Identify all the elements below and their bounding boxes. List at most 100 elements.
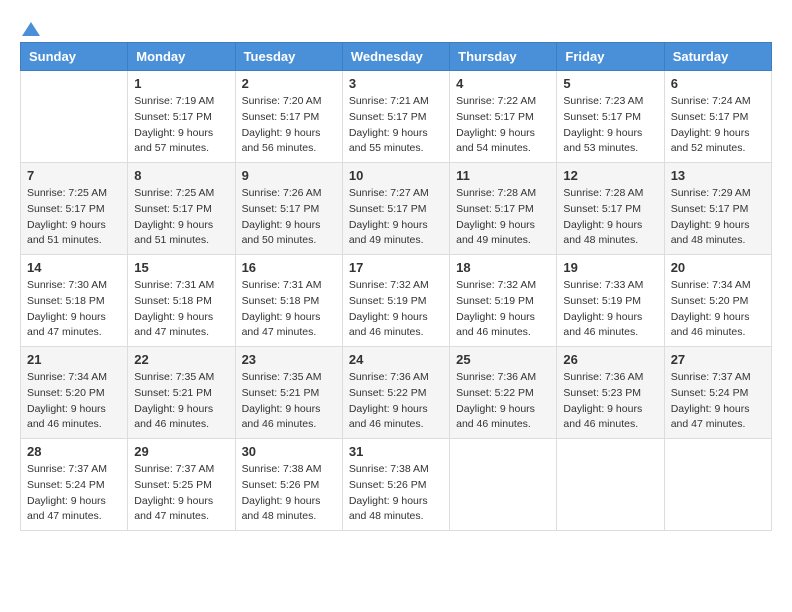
- day-number: 4: [456, 76, 550, 91]
- day-info: Sunrise: 7:28 AMSunset: 5:17 PMDaylight:…: [563, 186, 657, 249]
- calendar-cell: 13Sunrise: 7:29 AMSunset: 5:17 PMDayligh…: [664, 163, 771, 255]
- day-info: Sunrise: 7:30 AMSunset: 5:18 PMDaylight:…: [27, 278, 121, 341]
- day-info: Sunrise: 7:36 AMSunset: 5:22 PMDaylight:…: [349, 370, 443, 433]
- day-number: 10: [349, 168, 443, 183]
- calendar-cell: 6 Sunrise: 7:24 AMSunset: 5:17 PMDaylight…: [664, 71, 771, 163]
- calendar-cell: [664, 439, 771, 531]
- weekday-header-monday: Monday: [128, 43, 235, 71]
- day-info: Sunrise: 7:25 AMSunset: 5:17 PMDaylight:…: [27, 186, 121, 249]
- day-info: Sunrise: 7:23 AMSunset: 5:17 PMDaylight:…: [563, 94, 657, 157]
- calendar-week-4: 21 Sunrise: 7:34 AMSunset: 5:20 PMDayligh…: [21, 347, 772, 439]
- day-info: Sunrise: 7:22 AMSunset: 5:17 PMDaylight:…: [456, 94, 550, 157]
- day-number: 25: [456, 352, 550, 367]
- day-info: Sunrise: 7:34 AMSunset: 5:20 PMDaylight:…: [27, 370, 121, 433]
- day-number: 8: [134, 168, 228, 183]
- calendar-cell: 25 Sunrise: 7:36 AMSunset: 5:22 PMDayligh…: [450, 347, 557, 439]
- calendar-cell: 15 Sunrise: 7:31 AMSunset: 5:18 PMDayligh…: [128, 255, 235, 347]
- logo: [20, 20, 40, 32]
- calendar-cell: 12 Sunrise: 7:28 AMSunset: 5:17 PMDayligh…: [557, 163, 664, 255]
- day-info: Sunrise: 7:21 AMSunset: 5:17 PMDaylight:…: [349, 94, 443, 157]
- day-number: 1: [134, 76, 228, 91]
- day-info: Sunrise: 7:26 AMSunset: 5:17 PMDaylight:…: [242, 186, 336, 249]
- calendar-cell: 24 Sunrise: 7:36 AMSunset: 5:22 PMDayligh…: [342, 347, 449, 439]
- weekday-header-wednesday: Wednesday: [342, 43, 449, 71]
- calendar-cell: 9 Sunrise: 7:26 AMSunset: 5:17 PMDaylight…: [235, 163, 342, 255]
- calendar-cell: 4 Sunrise: 7:22 AMSunset: 5:17 PMDaylight…: [450, 71, 557, 163]
- weekday-header-thursday: Thursday: [450, 43, 557, 71]
- day-number: 31: [349, 444, 443, 459]
- day-info: Sunrise: 7:32 AMSunset: 5:19 PMDaylight:…: [456, 278, 550, 341]
- day-info: Sunrise: 7:37 AMSunset: 5:25 PMDaylight:…: [134, 462, 228, 525]
- day-number: 6: [671, 76, 765, 91]
- day-number: 14: [27, 260, 121, 275]
- calendar-cell: 19Sunrise: 7:33 AMSunset: 5:19 PMDayligh…: [557, 255, 664, 347]
- day-info: Sunrise: 7:36 AMSunset: 5:22 PMDaylight:…: [456, 370, 550, 433]
- calendar-week-5: 28 Sunrise: 7:37 AMSunset: 5:24 PMDayligh…: [21, 439, 772, 531]
- calendar-cell: 5 Sunrise: 7:23 AMSunset: 5:17 PMDaylight…: [557, 71, 664, 163]
- day-info: Sunrise: 7:24 AMSunset: 5:17 PMDaylight:…: [671, 94, 765, 157]
- day-number: 29: [134, 444, 228, 459]
- day-info: Sunrise: 7:28 AMSunset: 5:17 PMDaylight:…: [456, 186, 550, 249]
- day-number: 17: [349, 260, 443, 275]
- day-number: 3: [349, 76, 443, 91]
- day-info: Sunrise: 7:35 AMSunset: 5:21 PMDaylight:…: [242, 370, 336, 433]
- calendar-cell: [21, 71, 128, 163]
- calendar-cell: 18Sunrise: 7:32 AMSunset: 5:19 PMDayligh…: [450, 255, 557, 347]
- day-number: 13: [671, 168, 765, 183]
- calendar-cell: 29 Sunrise: 7:37 AMSunset: 5:25 PMDayligh…: [128, 439, 235, 531]
- day-info: Sunrise: 7:31 AMSunset: 5:18 PMDaylight:…: [242, 278, 336, 341]
- day-info: Sunrise: 7:34 AMSunset: 5:20 PMDaylight:…: [671, 278, 765, 341]
- day-number: 16: [242, 260, 336, 275]
- calendar-cell: 14 Sunrise: 7:30 AMSunset: 5:18 PMDayligh…: [21, 255, 128, 347]
- calendar-cell: 26 Sunrise: 7:36 AMSunset: 5:23 PMDayligh…: [557, 347, 664, 439]
- calendar-cell: 8 Sunrise: 7:25 AMSunset: 5:17 PMDaylight…: [128, 163, 235, 255]
- day-number: 27: [671, 352, 765, 367]
- calendar-cell: 2Sunrise: 7:20 AMSunset: 5:17 PMDaylight…: [235, 71, 342, 163]
- day-number: 11: [456, 168, 550, 183]
- day-info: Sunrise: 7:20 AMSunset: 5:17 PMDaylight:…: [242, 94, 336, 157]
- day-number: 15: [134, 260, 228, 275]
- weekday-header-tuesday: Tuesday: [235, 43, 342, 71]
- calendar-week-1: 1 Sunrise: 7:19 AMSunset: 5:17 PMDaylight…: [21, 71, 772, 163]
- day-number: 22: [134, 352, 228, 367]
- day-number: 9: [242, 168, 336, 183]
- day-info: Sunrise: 7:37 AMSunset: 5:24 PMDaylight:…: [27, 462, 121, 525]
- calendar-cell: 20 Sunrise: 7:34 AMSunset: 5:20 PMDayligh…: [664, 255, 771, 347]
- calendar-week-3: 14 Sunrise: 7:30 AMSunset: 5:18 PMDayligh…: [21, 255, 772, 347]
- day-number: 23: [242, 352, 336, 367]
- calendar-cell: 31Sunrise: 7:38 AMSunset: 5:26 PMDayligh…: [342, 439, 449, 531]
- day-info: Sunrise: 7:38 AMSunset: 5:26 PMDaylight:…: [242, 462, 336, 525]
- day-info: Sunrise: 7:36 AMSunset: 5:23 PMDaylight:…: [563, 370, 657, 433]
- calendar-cell: 22 Sunrise: 7:35 AMSunset: 5:21 PMDayligh…: [128, 347, 235, 439]
- day-number: 26: [563, 352, 657, 367]
- calendar-cell: 21 Sunrise: 7:34 AMSunset: 5:20 PMDayligh…: [21, 347, 128, 439]
- calendar-cell: [450, 439, 557, 531]
- day-number: 12: [563, 168, 657, 183]
- calendar-week-2: 7 Sunrise: 7:25 AMSunset: 5:17 PMDaylight…: [21, 163, 772, 255]
- day-info: Sunrise: 7:19 AMSunset: 5:17 PMDaylight:…: [134, 94, 228, 157]
- day-number: 30: [242, 444, 336, 459]
- calendar-cell: 27Sunrise: 7:37 AMSunset: 5:24 PMDayligh…: [664, 347, 771, 439]
- day-info: Sunrise: 7:31 AMSunset: 5:18 PMDaylight:…: [134, 278, 228, 341]
- calendar-header-row: SundayMondayTuesdayWednesdayThursdayFrid…: [21, 43, 772, 71]
- day-number: 24: [349, 352, 443, 367]
- day-info: Sunrise: 7:35 AMSunset: 5:21 PMDaylight:…: [134, 370, 228, 433]
- calendar-cell: 3 Sunrise: 7:21 AMSunset: 5:17 PMDaylight…: [342, 71, 449, 163]
- day-number: 28: [27, 444, 121, 459]
- day-info: Sunrise: 7:33 AMSunset: 5:19 PMDaylight:…: [563, 278, 657, 341]
- logo-icon: [22, 20, 40, 38]
- day-number: 7: [27, 168, 121, 183]
- day-number: 5: [563, 76, 657, 91]
- calendar-cell: 1 Sunrise: 7:19 AMSunset: 5:17 PMDaylight…: [128, 71, 235, 163]
- calendar-cell: 30 Sunrise: 7:38 AMSunset: 5:26 PMDayligh…: [235, 439, 342, 531]
- page-header: [20, 20, 772, 32]
- day-number: 20: [671, 260, 765, 275]
- calendar-cell: 11 Sunrise: 7:28 AMSunset: 5:17 PMDayligh…: [450, 163, 557, 255]
- calendar-cell: 17 Sunrise: 7:32 AMSunset: 5:19 PMDayligh…: [342, 255, 449, 347]
- day-info: Sunrise: 7:25 AMSunset: 5:17 PMDaylight:…: [134, 186, 228, 249]
- day-number: 21: [27, 352, 121, 367]
- day-info: Sunrise: 7:27 AMSunset: 5:17 PMDaylight:…: [349, 186, 443, 249]
- calendar-cell: 23 Sunrise: 7:35 AMSunset: 5:21 PMDayligh…: [235, 347, 342, 439]
- calendar-cell: 16 Sunrise: 7:31 AMSunset: 5:18 PMDayligh…: [235, 255, 342, 347]
- day-info: Sunrise: 7:32 AMSunset: 5:19 PMDaylight:…: [349, 278, 443, 341]
